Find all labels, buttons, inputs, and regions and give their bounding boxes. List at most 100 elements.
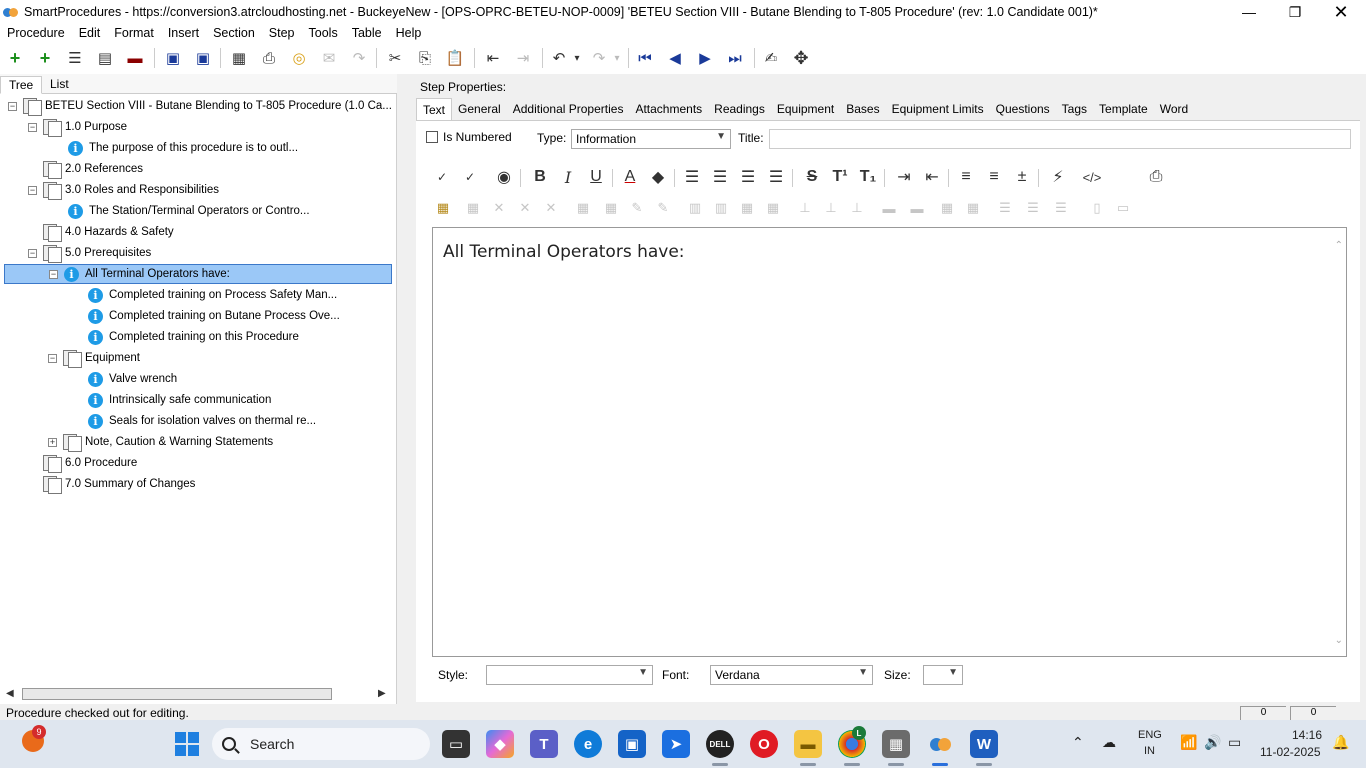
split-cells-icon[interactable]: ▦ [762, 197, 784, 219]
collapse-toggle[interactable]: − [48, 353, 57, 363]
paste-icon[interactable]: 📋 [444, 47, 466, 69]
menu-insert[interactable]: Insert [161, 26, 206, 40]
tab-additional-properties[interactable]: Additional Properties [507, 98, 630, 120]
tree-node-step[interactable]: i The Station/Terminal Operators or Cont… [68, 201, 310, 221]
redo-action-icon[interactable]: ↷ [348, 47, 370, 69]
collapse-toggle[interactable]: − [28, 248, 37, 258]
tree-root-node[interactable]: − BETEU Section VIII - Butane Blending t… [8, 96, 392, 116]
align-bottom-icon[interactable]: ☰ [1050, 197, 1072, 219]
tree-node-roles[interactable]: − 3.0 Roles and Responsibilities [28, 180, 219, 200]
task-view-icon[interactable]: ▭ [442, 730, 470, 758]
align-middle-icon[interactable]: ☰ [1022, 197, 1044, 219]
cloud-sync-icon[interactable]: ☁ [1102, 734, 1116, 751]
strikethrough-icon[interactable]: S [800, 165, 824, 189]
tab-equipment-limits[interactable]: Equipment Limits [886, 98, 990, 120]
italic-icon[interactable]: I [556, 165, 580, 189]
insert-row-above-icon[interactable]: ⊥ [794, 197, 816, 219]
font-dropdown[interactable]: Verdana ▼ [710, 665, 873, 685]
language-line2[interactable]: IN [1144, 745, 1155, 757]
tree-node-selected[interactable]: − i All Terminal Operators have: [4, 264, 392, 284]
redo-dropdown-icon[interactable]: ▾ [606, 47, 628, 69]
table-grid-icon[interactable]: ▦ [962, 197, 984, 219]
table-properties-icon[interactable]: ▦ [462, 197, 484, 219]
tab-template[interactable]: Template [1093, 98, 1154, 120]
tree-node-prerequisites[interactable]: − 5.0 Prerequisites [28, 243, 151, 263]
menu-format[interactable]: Format [107, 26, 161, 40]
tab-list[interactable]: List [42, 76, 77, 94]
align-right-icon[interactable]: ☰ [736, 165, 760, 189]
is-numbered-checkbox[interactable]: Is Numbered [426, 130, 512, 144]
delete-column-icon[interactable]: ✕ [514, 197, 536, 219]
tab-attachments[interactable]: Attachments [629, 98, 708, 120]
insert-table-icon[interactable]: ▦ [432, 197, 454, 219]
scroll-thumb[interactable] [22, 688, 332, 700]
fill-color-icon[interactable]: ◆ [646, 165, 670, 189]
align-top-icon[interactable]: ☰ [994, 197, 1016, 219]
collapse-toggle[interactable]: − [8, 101, 17, 111]
close-button[interactable]: ✕ [1318, 0, 1364, 24]
clock-time[interactable]: 14:16 [1292, 728, 1322, 742]
tree-node-step[interactable]: i Valve wrench [88, 369, 177, 389]
tree-node-step[interactable]: i Seals for isolation valves on thermal … [88, 411, 316, 431]
bold-icon[interactable]: B [528, 165, 552, 189]
underline-icon[interactable]: U [584, 165, 608, 189]
tree-node-step[interactable]: i Completed training on Process Safety M… [88, 285, 337, 305]
size-dropdown[interactable]: ▼ [923, 665, 963, 685]
smartprocedures-taskbar-icon[interactable] [926, 730, 954, 758]
tree-node-step[interactable]: i Completed training on this Procedure [88, 327, 299, 347]
expand-toggle[interactable]: + [48, 437, 57, 447]
spell-check-all-icon[interactable]: ✓ [458, 165, 482, 189]
step-text-editor[interactable]: All Terminal Operators have: ⌃ ⌄ [432, 227, 1347, 657]
wifi-icon[interactable]: 📶 [1180, 734, 1197, 751]
title-input[interactable] [769, 129, 1351, 149]
tab-tags[interactable]: Tags [1056, 98, 1093, 120]
merge-cells-icon[interactable]: ▦ [736, 197, 758, 219]
indent-increase-icon[interactable]: ⇥ [892, 165, 916, 189]
menu-help[interactable]: Help [389, 26, 429, 40]
bullet-list-icon[interactable]: ≡ [954, 165, 978, 189]
clock-date[interactable]: 11-02-2025 [1260, 745, 1321, 759]
start-button[interactable] [175, 732, 199, 756]
send-icon[interactable]: ➤ [662, 730, 690, 758]
tab-text[interactable]: Text [416, 98, 453, 120]
copilot-icon[interactable]: ◆ [486, 730, 514, 758]
tab-equipment[interactable]: Equipment [771, 98, 840, 120]
tree-node-procedure[interactable]: 6.0 Procedure [28, 453, 137, 473]
spell-check-icon[interactable]: ✍ [760, 47, 782, 69]
save-icon[interactable]: ▣ [192, 47, 214, 69]
tree-node-equipment[interactable]: − Equipment [48, 348, 140, 368]
move-icon[interactable]: ✥ [790, 47, 812, 69]
superscript-icon[interactable]: T¹ [828, 165, 852, 189]
app-icon[interactable]: ▦ [882, 730, 910, 758]
chevron-up-icon[interactable]: ⌃ [1072, 734, 1084, 751]
add-step-icon[interactable]: + [4, 47, 26, 69]
link-icon[interactable]: ◎ [288, 47, 310, 69]
type-dropdown[interactable]: Information ▼ [571, 129, 731, 149]
delete-icon[interactable]: ▬ [124, 47, 146, 69]
align-center-icon[interactable]: ☰ [708, 165, 732, 189]
record-icon[interactable]: ◉ [492, 165, 516, 189]
language-line1[interactable]: ENG [1138, 729, 1162, 741]
word-icon[interactable]: W [970, 730, 998, 758]
collapse-toggle[interactable]: − [28, 122, 37, 132]
split-row-icon[interactable]: ▬ [906, 197, 928, 219]
dell-icon[interactable]: DELL [706, 730, 734, 758]
battery-icon[interactable]: ▭ [1228, 734, 1241, 751]
edge-icon[interactable]: e [574, 730, 602, 758]
cell-style-icon[interactable]: ✎ [626, 197, 648, 219]
align-left-icon[interactable]: ☰ [680, 165, 704, 189]
checkbox-box[interactable] [426, 131, 438, 143]
cut-icon[interactable]: ✂ [384, 47, 406, 69]
undo-dropdown-icon[interactable]: ▾ [566, 47, 588, 69]
merge-row-icon[interactable]: ▬ [878, 197, 900, 219]
volume-icon[interactable]: 🔊 [1204, 734, 1221, 751]
magic-wand-icon[interactable]: ⚡ [1046, 165, 1070, 189]
insert-row-below-icon[interactable]: ⊥ [820, 197, 842, 219]
tree-node-purpose[interactable]: − 1.0 Purpose [28, 117, 127, 137]
indent-decrease-icon[interactable]: ⇤ [920, 165, 944, 189]
store-icon[interactable]: ▣ [618, 730, 646, 758]
menu-table[interactable]: Table [345, 26, 389, 40]
tree-horizontal-scrollbar[interactable]: ◀ ▶ [4, 686, 392, 702]
insert-column-left-icon[interactable]: ▥ [684, 197, 706, 219]
tab-questions[interactable]: Questions [990, 98, 1056, 120]
